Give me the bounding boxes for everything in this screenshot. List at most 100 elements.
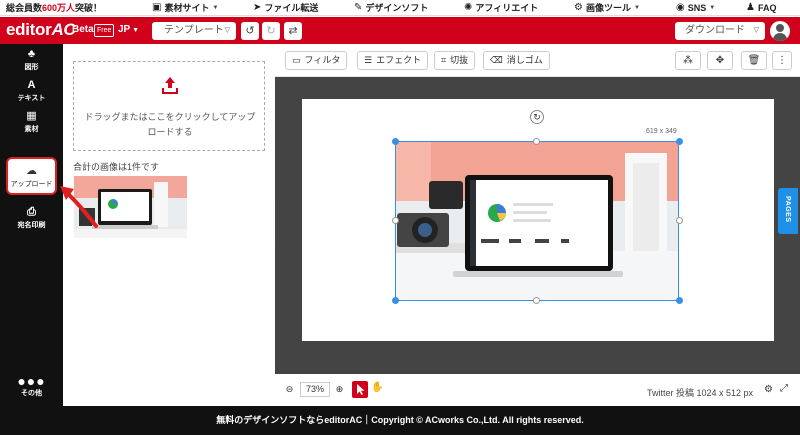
chevron-down-icon: ▼	[709, 5, 716, 11]
image-toolbar: ▭ フィルタ ☰ エフェクト ⌗ 切抜 ⌫ 消しゴム ⁂ ✥ 🗑 ⋮	[275, 44, 800, 77]
eraser-icon: ⌫	[490, 55, 503, 65]
text-icon: A	[27, 79, 36, 91]
sync-button[interactable]: ⇄	[284, 22, 302, 40]
select-tool-button[interactable]	[352, 381, 368, 398]
crop-button[interactable]: ⌗ 切抜	[434, 51, 476, 70]
grid-icon: ▦	[26, 110, 37, 122]
upload-panel: ドラッグまたはここをクリックしてアップロードする 合計の画像は1件です	[63, 44, 275, 406]
nav-faq[interactable]: ♟ FAQ	[746, 0, 776, 16]
undo-button[interactable]: ↺	[241, 22, 259, 40]
template-dropdown[interactable]: テンプレート ▽	[152, 22, 236, 40]
language-selector[interactable]: JP ▼	[118, 24, 139, 35]
resize-handle-top-right[interactable]	[676, 138, 683, 145]
zoom-in-icon: ⊕	[335, 384, 344, 394]
nav-file-transfer[interactable]: ➤ ファイル転送	[253, 0, 318, 16]
resize-handle-right[interactable]	[676, 217, 683, 224]
promo-prefix: 総会員数	[6, 3, 43, 13]
sidebar-item-shapes[interactable]: ♣ 図形	[0, 48, 63, 72]
sparkle-icon: ✺	[464, 2, 473, 13]
sidebar-item-more[interactable]: ●●● その他	[0, 373, 63, 398]
caret-down-icon: ▼	[130, 27, 140, 34]
zoom-out-button[interactable]: ⊖	[282, 382, 297, 397]
chevron-down-icon: ▽	[224, 27, 230, 34]
resize-handle-bottom-right[interactable]	[676, 297, 683, 304]
canvas-bottom-bar: ⊖ 73% ⊕ ✋ Twitter 投稿 1024 x 512 px ⚙ ⤢	[275, 374, 800, 406]
free-badge: Free	[94, 24, 115, 37]
image-count-label: 合計の画像は1件です	[73, 162, 160, 172]
nav-materials[interactable]: ▣ 素材サイト ▼	[152, 0, 218, 16]
eraser-button[interactable]: ⌫ 消しゴム	[483, 51, 550, 70]
resize-handle-bottom-left[interactable]	[392, 297, 399, 304]
avatar-head	[776, 24, 784, 32]
artboard[interactable]: ↻ 619 x 349	[302, 99, 774, 341]
sliders-icon: ☰	[364, 55, 373, 65]
chevron-down-icon: ▼	[633, 5, 640, 11]
cursor-icon	[357, 384, 365, 395]
sidebar-item-text[interactable]: A テキスト	[0, 79, 63, 103]
sidebar-item-address-print[interactable]: ⎙ 宛名印刷	[0, 206, 63, 230]
member-count-banner: 総会員数600万人突破！	[6, 0, 102, 16]
resize-handle-top-left[interactable]	[392, 138, 399, 145]
settings-button[interactable]: ⚙	[764, 384, 773, 395]
uploaded-image-thumbnail[interactable]	[74, 176, 187, 238]
footer: 無料のデザインソフトならeditorAC｜Copyright © ACworks…	[0, 406, 800, 435]
settings-icon: ⚙	[574, 2, 583, 13]
nav-design-soft[interactable]: ✎ デザインソフト	[354, 0, 428, 16]
chevron-down-icon: ▽	[753, 27, 759, 34]
more-dots-icon: ●●●	[17, 373, 46, 389]
trash-icon: 🗑	[747, 55, 761, 66]
cloud-upload-icon: ☁	[26, 165, 37, 177]
avatar-body	[773, 33, 787, 41]
delete-button[interactable]: 🗑	[741, 51, 767, 70]
filter-button[interactable]: ▭ フィルタ	[285, 51, 348, 70]
arrange-button[interactable]: ⁂	[675, 51, 701, 70]
nav-affiliate[interactable]: ✺ アフィリエイト	[464, 0, 538, 16]
resize-handle-bottom[interactable]	[533, 297, 540, 304]
more-vertical-icon: ⋮	[777, 55, 787, 66]
more-options-button[interactable]: ⋮	[772, 51, 792, 70]
promo-suffix: 突破！	[75, 3, 103, 13]
sidebar-item-materials[interactable]: ▦ 素材	[0, 110, 63, 134]
image-icon: ▭	[292, 55, 301, 65]
effect-button[interactable]: ☰ エフェクト	[357, 51, 429, 70]
print-icon: ⎙	[27, 206, 36, 218]
laptop-photo-thumbnail	[74, 176, 187, 238]
expand-icon: ⤢	[780, 383, 788, 394]
zoom-level[interactable]: 73%	[300, 382, 330, 397]
brush-icon: ✎	[354, 2, 363, 13]
resize-handle-top[interactable]	[533, 138, 540, 145]
nav-sns[interactable]: ◉ SNS ▼	[676, 0, 715, 16]
upload-icon	[162, 77, 178, 94]
canvas-workspace: ↻ 619 x 349	[275, 77, 800, 374]
app-header: editorAC Beta Free JP ▼ テンプレート ▽ ↺ ↻ ⇄ ダウ…	[0, 17, 800, 44]
top-utility-bar: 総会員数600万人突破！ ▣ 素材サイト ▼ ➤ ファイル転送 ✎ デザインソフト ✺ ア…	[0, 0, 800, 16]
left-sidebar: ♣ 図形 A テキスト ▦ 素材 ☁ アップロード ⎙ 宛名印刷 ●●● その他	[0, 44, 63, 406]
swap-icon: ⇄	[288, 25, 298, 37]
hand-tool-button[interactable]: ✋	[371, 382, 383, 393]
globe-icon: ◉	[676, 2, 685, 13]
footer-copyright: 無料のデザインソフトならeditorAC｜Copyright © ACworks…	[216, 415, 584, 425]
zoom-in-button[interactable]: ⊕	[332, 382, 347, 397]
resize-handle-left[interactable]	[392, 217, 399, 224]
nodes-icon: ⁂	[683, 55, 693, 66]
fullscreen-button[interactable]: ⤢	[780, 383, 788, 394]
nav-image-tools[interactable]: ⚙ 画像ツール ▼	[574, 0, 640, 16]
zoom-out-icon: ⊖	[285, 384, 294, 394]
pages-tab[interactable]: PAGES	[778, 188, 798, 234]
crop-icon: ⌗	[441, 55, 447, 65]
logo[interactable]: editorAC	[6, 20, 76, 40]
user-avatar[interactable]	[770, 21, 790, 41]
faq-icon: ♟	[746, 2, 755, 13]
image-icon: ▣	[152, 2, 162, 13]
redo-button[interactable]: ↻	[262, 22, 280, 40]
undo-icon: ↺	[245, 25, 255, 37]
move-button[interactable]: ✥	[707, 51, 733, 70]
sidebar-item-upload[interactable]: ☁ アップロード	[6, 157, 57, 195]
redo-icon: ↻	[266, 25, 276, 37]
hand-icon: ✋	[371, 382, 384, 393]
promo-highlight: 600万人	[42, 3, 76, 13]
rotate-handle-icon[interactable]: ↻	[530, 110, 544, 124]
upload-dropzone[interactable]: ドラッグまたはここをクリックしてアップロードする	[73, 61, 265, 151]
download-dropdown[interactable]: ダウンロード ▽	[675, 22, 765, 40]
gear-icon: ⚙	[764, 384, 773, 395]
